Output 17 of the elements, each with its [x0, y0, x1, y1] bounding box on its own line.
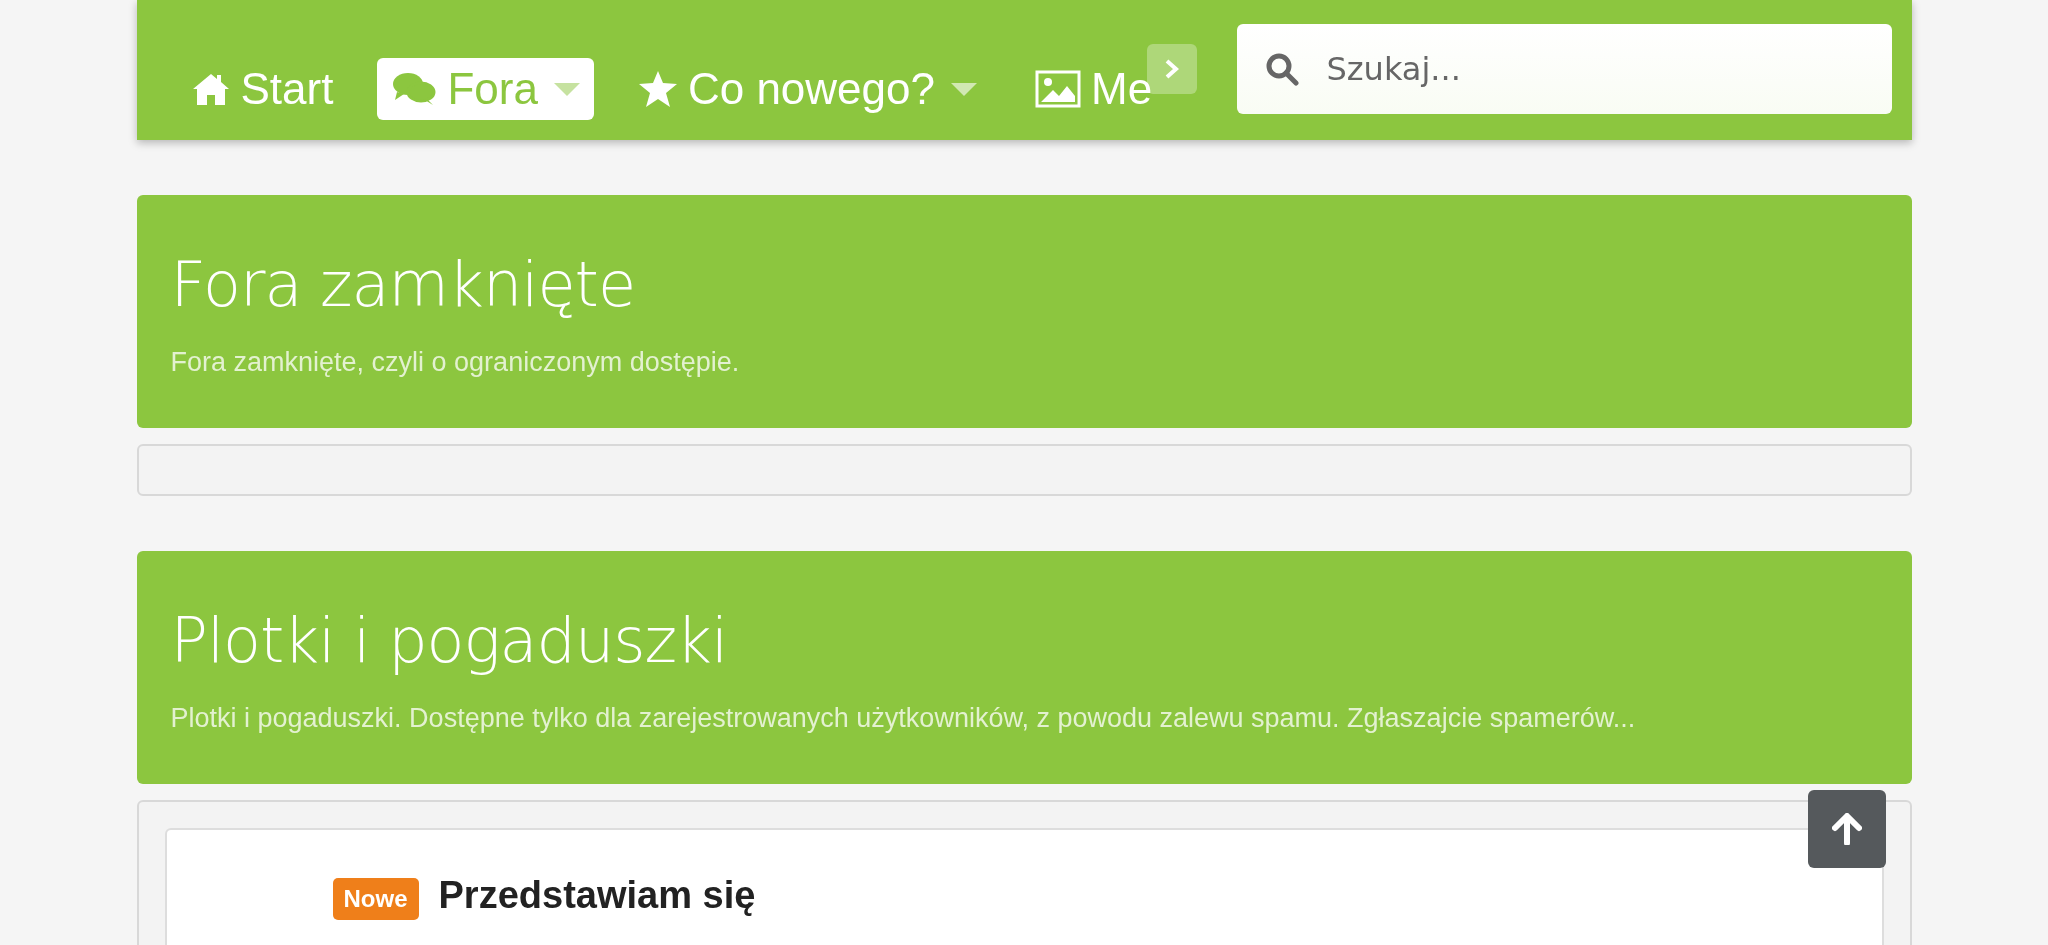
image-icon: [1035, 70, 1081, 108]
star-icon: [637, 70, 678, 108]
category-title[interactable]: Plotki i pogaduszki: [170, 603, 1878, 679]
nav-tab[interactable]: Fora: [377, 58, 594, 120]
search-field[interactable]: Szukaj...: [1236, 24, 1892, 114]
up-arrow-icon: [1832, 813, 1862, 845]
search-icon: [1264, 52, 1299, 86]
scroll-top-button[interactable]: [1808, 790, 1886, 868]
category-title[interactable]: Fora zamknięte: [170, 247, 1878, 323]
nav-tab[interactable]: Co nowego?: [623, 58, 991, 120]
nav-tab[interactable]: Start: [176, 58, 348, 120]
nav-tab[interactable]: Me: [1021, 58, 1167, 120]
new-badge: Nowe: [332, 878, 419, 920]
category-description: Plotki i pogaduszki. Dostępne tylko dla zarejestrowanych użytkowników, z powodu zalewu spamu. Zgłaszajcie spamerów...: [170, 703, 1637, 734]
category-description: Fora zamknięte, czyli o ograniczonym dostępie.: [170, 347, 741, 378]
chat-icon: [391, 70, 438, 108]
thread-title[interactable]: Przedstawiam się: [438, 874, 756, 917]
